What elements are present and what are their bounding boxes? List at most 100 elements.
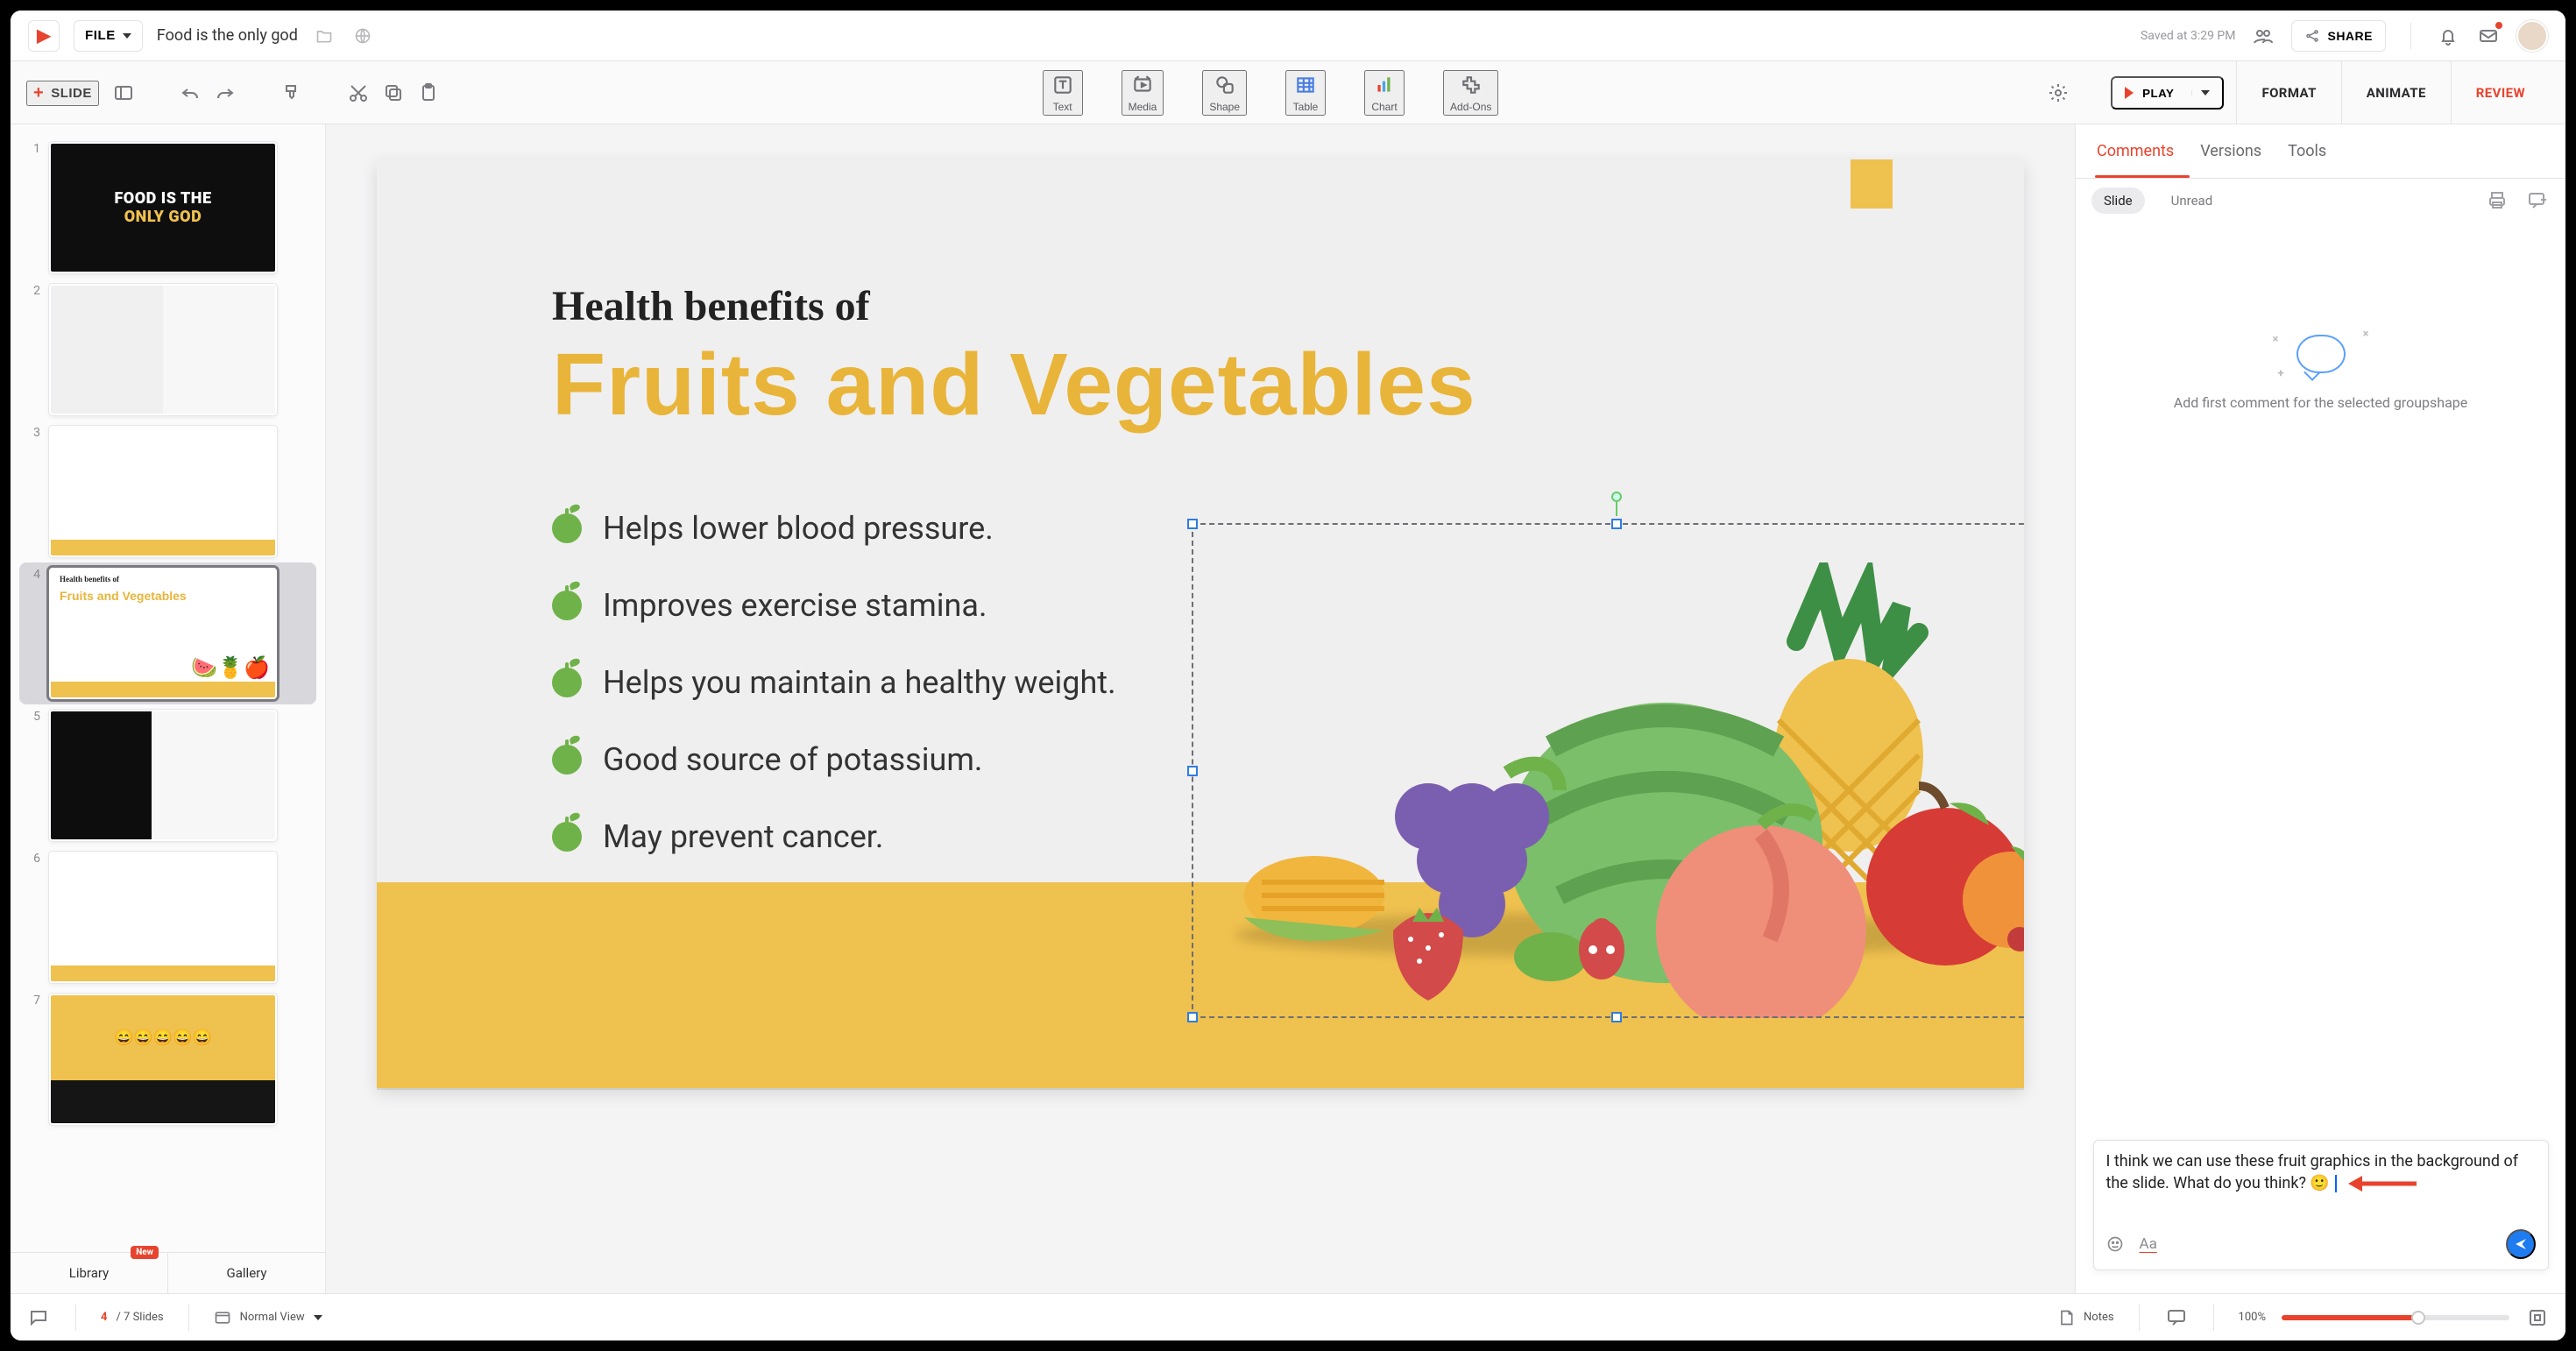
slide-title[interactable]: Fruits and Vegetables [552,335,1476,435]
share-button[interactable]: SHARE [2291,20,2386,52]
settings-gear-icon[interactable] [2048,81,2069,105]
insert-tools: Text Media Shape Table Chart Add-Ons [359,70,2182,116]
thumbnail-preview: Health benefits of Fruits and Vegetables… [49,568,277,699]
tab-library-label: Library [69,1265,109,1281]
comment-bubble-icon: × × + [2273,328,2369,380]
canvas-area[interactable]: Health benefits of Fruits and Vegetables… [326,124,2075,1293]
globe-icon[interactable] [350,24,375,48]
avatar[interactable] [2516,20,2548,52]
comment-pane-icon[interactable] [2164,1305,2189,1330]
mail-icon[interactable] [2476,24,2501,48]
file-menu[interactable]: FILE [74,20,143,52]
thumbnail-item[interactable]: 2 [19,279,316,421]
text-format-icon[interactable]: Aa [2140,1235,2157,1253]
rotate-handle[interactable] [1611,492,1622,502]
format-painter-icon[interactable] [281,81,302,105]
bullet-item[interactable]: Helps you maintain a healthy weight. [552,664,1116,701]
separator [75,1305,76,1331]
layout-icon[interactable] [113,81,134,105]
notes-toggle[interactable]: Notes [2057,1309,2114,1326]
tab-review[interactable]: REVIEW [2451,61,2550,124]
file-label: FILE [85,28,116,43]
app-logo-icon: ▶ [37,25,50,46]
subtab-tools[interactable]: Tools [2286,137,2328,166]
insert-text[interactable]: Text [1043,70,1083,116]
redo-icon[interactable] [215,81,236,105]
thumbnail-item[interactable]: 5 [19,704,316,846]
print-icon[interactable] [2485,188,2509,213]
filter-slide[interactable]: Slide [2091,187,2145,214]
bullet-item[interactable]: May prevent cancer. [552,818,1116,855]
library-gallery-tabs: New Library Gallery [11,1252,325,1293]
new-slide-button[interactable]: + SLIDE [26,81,99,106]
thumbnails-panel: 1FOOD IS THEONLY GOD234Health benefits o… [11,124,326,1293]
handle-n[interactable] [1611,519,1622,529]
thumbnail-preview [49,426,277,557]
separator [2139,1305,2140,1331]
slide-4[interactable]: Health benefits of Fruits and Vegetables… [377,159,2024,1088]
empty-hint: Add first comment for the selected group… [2174,394,2468,411]
app-logo-button[interactable]: ▶ [28,20,60,52]
send-comment-button[interactable] [2506,1229,2536,1259]
filter-unread[interactable]: Unread [2159,187,2226,214]
subtab-comments[interactable]: Comments [2095,137,2176,166]
tab-format[interactable]: FORMAT [2236,61,2340,124]
chevron-down-icon [123,33,131,39]
new-slide-label: SLIDE [51,86,92,101]
play-button[interactable]: PLAY [2111,76,2224,110]
thumbnail-item[interactable]: 6 [19,846,316,988]
handle-nw[interactable] [1187,519,1198,529]
slide-subtitle[interactable]: Health benefits of [552,282,870,330]
thumbnail-item[interactable]: 7😄😄😄😄😄 [19,988,316,1130]
thumbnail-preview [49,284,277,415]
comment-add-icon[interactable] [2525,188,2550,213]
comment-composer[interactable]: I think we can use these fruit graphics … [2093,1140,2549,1270]
right-tabs: FORMAT ANIMATE REVIEW [2236,61,2550,124]
fit-icon[interactable] [2525,1305,2550,1330]
bell-icon[interactable] [2436,24,2460,48]
fruit-illustration[interactable] [1200,562,2024,1018]
emoji-icon[interactable] [2106,1235,2124,1253]
thumbnail-item[interactable]: 4Health benefits of Fruits and Vegetable… [19,562,316,704]
bullet-item[interactable]: Good source of potassium. [552,741,1116,778]
undo-icon[interactable] [180,81,201,105]
bullet-item[interactable]: Improves exercise stamina. [552,587,1116,624]
apple-icon [552,822,582,852]
badge-dot [2495,22,2502,29]
tab-library[interactable]: New Library [11,1253,167,1293]
decor-tab [1851,159,1893,209]
document-title[interactable]: Food is the only god [157,26,298,45]
bullet-list[interactable]: Helps lower blood pressure. Improves exe… [552,510,1116,855]
insert-chart[interactable]: Chart [1364,70,1405,116]
thumbnail-item[interactable]: 1FOOD IS THEONLY GOD [19,137,316,279]
chevron-down-icon [2201,90,2210,95]
view-selector[interactable]: Normal View [214,1309,322,1326]
insert-media[interactable]: Media [1122,70,1164,116]
bullet-item[interactable]: Helps lower blood pressure. [552,510,1116,547]
thumbnails-scroll[interactable]: 1FOOD IS THEONLY GOD234Health benefits o… [11,124,325,1252]
zoom-knob[interactable] [2411,1311,2425,1325]
play-split[interactable] [2191,90,2210,95]
comment-input[interactable]: I think we can use these fruit graphics … [2106,1151,2536,1194]
folder-icon[interactable] [312,24,336,48]
chat-icon[interactable] [26,1305,51,1330]
thumbnail-item[interactable]: 3 [19,421,316,562]
tab-gallery[interactable]: Gallery [167,1253,325,1293]
subtab-versions[interactable]: Versions [2198,137,2263,166]
bullet-text: Helps lower blood pressure. [603,510,994,547]
insert-addons[interactable]: Add-Ons [1443,70,1498,116]
slide-counter: 4 / 7 Slides [101,1311,164,1324]
insert-table[interactable]: Table [1285,70,1326,116]
comment-text: I think we can use these fruit graphics … [2106,1152,2519,1192]
insert-shape[interactable]: Shape [1202,70,1247,116]
tab-animate[interactable]: ANIMATE [2341,61,2451,124]
bullet-text: Helps you maintain a healthy weight. [603,664,1116,701]
plus-icon: + [33,83,44,103]
zoom-slider[interactable] [2282,1315,2509,1320]
thumbnail-number: 1 [25,142,40,273]
handle-w[interactable] [1187,766,1198,776]
zoom-label[interactable]: 100% [2239,1311,2266,1324]
bullet-text: Improves exercise stamina. [603,587,987,624]
collaborators-icon[interactable] [2251,24,2275,48]
thumbnail-number: 6 [25,852,40,983]
